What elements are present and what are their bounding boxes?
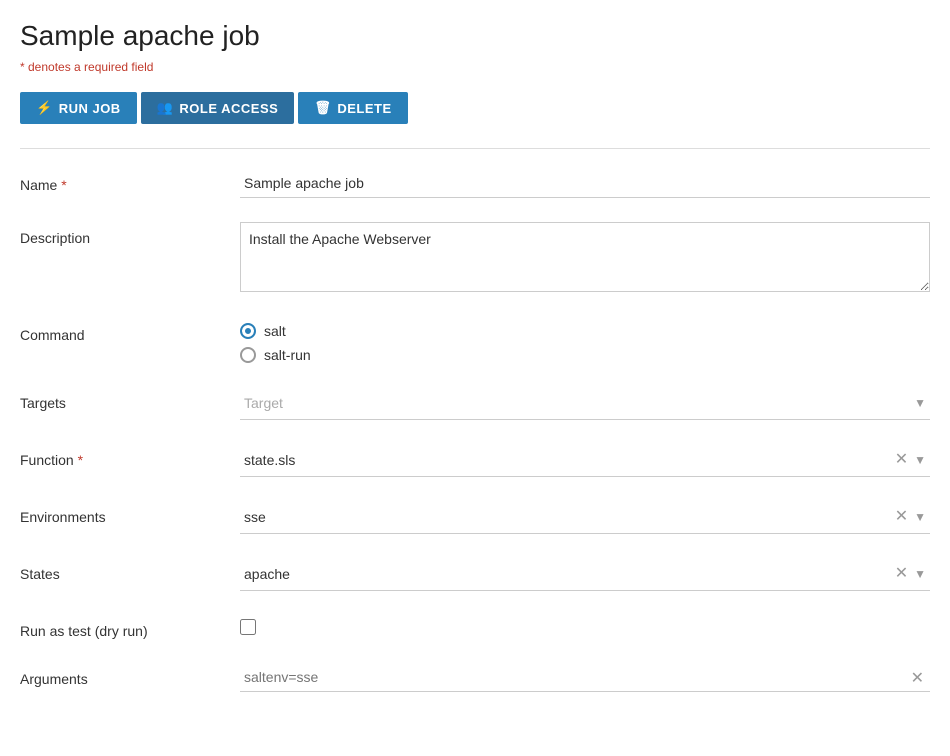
dry-run-row: Run as test (dry run) [20,615,930,643]
environments-field-wrap: sse ✕ ▼ [240,501,930,534]
targets-row: Targets Target ▼ [20,387,930,424]
arguments-clear-icon[interactable]: ✕ [911,668,924,688]
radio-salt[interactable]: salt [240,323,930,339]
targets-chevron-icon[interactable]: ▼ [914,396,926,410]
arguments-input[interactable] [240,663,930,692]
function-value: state.sls [244,448,895,472]
dry-run-label: Run as test (dry run) [20,615,240,639]
targets-icons: ▼ [914,396,926,410]
description-label: Description [20,222,240,246]
states-select[interactable]: apache ✕ ▼ [240,558,930,591]
page-title: Sample apache job [20,20,930,52]
command-field-wrap: salt salt-run [240,319,930,363]
radio-salt-run-label: salt-run [264,347,311,363]
name-row: Name * [20,169,930,202]
function-field-wrap: state.sls ✕ ▼ [240,444,930,477]
targets-label: Targets [20,387,240,411]
function-row: Function * state.sls ✕ ▼ [20,444,930,481]
dry-run-field-wrap [240,615,930,635]
arguments-field-wrap: ✕ [240,663,930,692]
function-select[interactable]: state.sls ✕ ▼ [240,444,930,477]
targets-field-wrap: Target ▼ [240,387,930,420]
environments-select[interactable]: sse ✕ ▼ [240,501,930,534]
arguments-row: Arguments ✕ [20,663,930,696]
description-field-wrap: Install the Apache Webserver [240,222,930,295]
radio-salt-input[interactable] [240,323,256,339]
function-clear-icon[interactable]: ✕ [895,452,908,468]
name-input[interactable] [240,169,930,198]
states-value: apache [244,562,895,586]
function-label: Function * [20,444,240,468]
lightning-icon: ⚡ [36,100,53,116]
run-job-button[interactable]: ⚡ RUN JOB [20,92,137,124]
required-note: * denotes a required field [20,60,930,74]
dry-run-checkbox-wrap [240,615,930,635]
targets-placeholder: Target [244,391,914,415]
arguments-label: Arguments [20,663,240,687]
toolbar: ⚡ RUN JOB 👥 ROLE ACCESS 🗑 DELETE [20,92,930,124]
states-icons: ✕ ▼ [895,566,926,582]
description-row: Description Install the Apache Webserver [20,222,930,299]
command-row: Command salt salt-run [20,319,930,367]
environments-chevron-icon[interactable]: ▼ [914,510,926,524]
radio-salt-run[interactable]: salt-run [240,347,930,363]
description-input[interactable]: Install the Apache Webserver [240,222,930,292]
environments-clear-icon[interactable]: ✕ [895,509,908,525]
command-label: Command [20,319,240,343]
radio-salt-label: salt [264,323,286,339]
states-chevron-icon[interactable]: ▼ [914,567,926,581]
command-radio-group: salt salt-run [240,319,930,363]
environments-row: Environments sse ✕ ▼ [20,501,930,538]
states-clear-icon[interactable]: ✕ [895,566,908,582]
states-label: States [20,558,240,582]
divider [20,148,930,149]
dry-run-checkbox[interactable] [240,619,256,635]
environments-label: Environments [20,501,240,525]
trash-icon: 🗑 [314,100,331,116]
form: Name * Description Install the Apache We… [20,169,930,696]
radio-salt-run-input[interactable] [240,347,256,363]
function-icons: ✕ ▼ [895,452,926,468]
delete-button[interactable]: 🗑 DELETE [298,92,407,124]
states-field-wrap: apache ✕ ▼ [240,558,930,591]
environments-icons: ✕ ▼ [895,509,926,525]
run-job-label: RUN JOB [59,101,121,116]
role-access-label: ROLE ACCESS [179,101,278,116]
targets-select[interactable]: Target ▼ [240,387,930,420]
users-icon: 👥 [157,100,174,116]
environments-value: sse [244,505,895,529]
delete-label: DELETE [337,101,391,116]
role-access-button[interactable]: 👥 ROLE ACCESS [141,92,295,124]
name-field-wrap [240,169,930,198]
name-label: Name * [20,169,240,193]
function-chevron-icon[interactable]: ▼ [914,453,926,467]
states-row: States apache ✕ ▼ [20,558,930,595]
